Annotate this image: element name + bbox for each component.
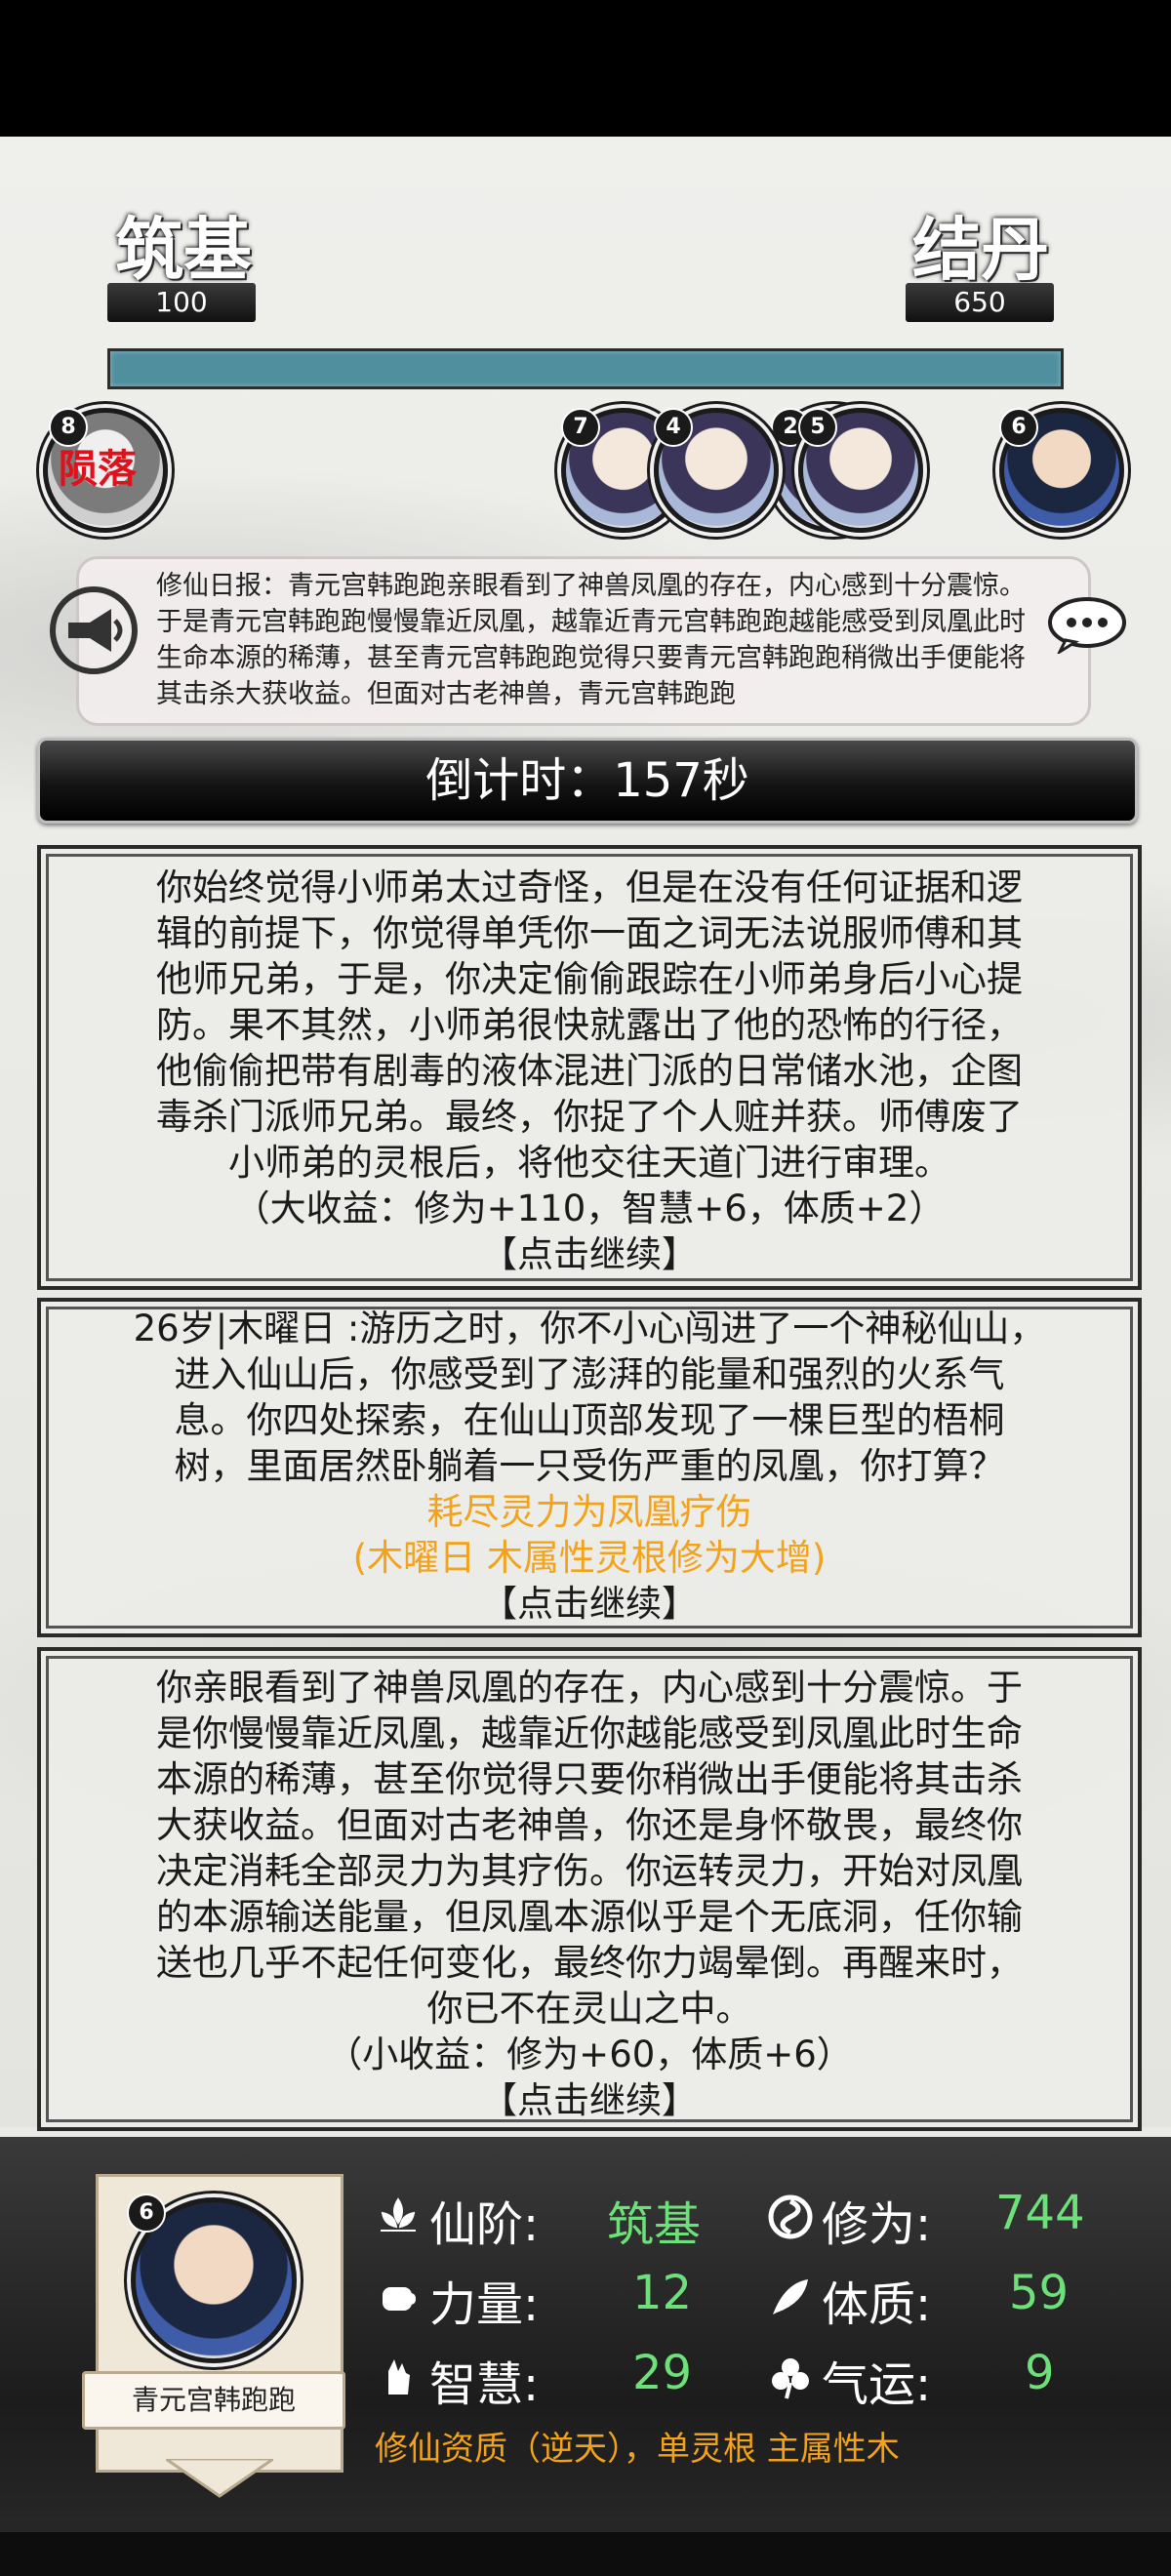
luck-value: 9	[1025, 2346, 1055, 2400]
story-line: 小师弟的灵根后，将他交往天道门进行审理。	[228, 1142, 950, 1184]
constitution-value: 59	[1009, 2266, 1070, 2320]
player-avatar[interactable]: 6	[127, 2194, 297, 2363]
story-text: 26岁|木曜日 :游历之时，你不小心闯进了一个神秘仙山， 进入仙山后，你感受到了…	[41, 1302, 1138, 1627]
realm-progress-bar	[107, 348, 1064, 389]
rival-avatar-6[interactable]: 6	[999, 408, 1124, 533]
megaphone-icon	[50, 586, 138, 674]
story-line: 进入仙山后，你感受到了澎湃的能量和强烈的火系气	[174, 1353, 1005, 1395]
rival-avatar-4[interactable]: 4	[654, 408, 779, 533]
next-realm-threshold: 650	[906, 283, 1054, 322]
navigation-bar	[0, 2532, 1171, 2576]
story-line: 你已不在灵山之中。	[426, 1988, 752, 2030]
next-realm-title: 结丹	[912, 209, 1049, 290]
story-line: 你亲眼看到了神兽凤凰的存在，内心感到十分震惊。于	[156, 1667, 1023, 1709]
fallen-status: 陨落	[59, 447, 137, 492]
swirl-icon	[768, 2194, 813, 2239]
wisdom-value: 29	[632, 2346, 693, 2400]
story-line: 息。你四处探索，在仙山顶部发现了一棵巨型的梧桐	[174, 1399, 1005, 1441]
story-line: 辑的前提下，你觉得单凭你一面之词无法说服师傅和其	[156, 912, 1023, 954]
rank-badge: 6	[999, 408, 1038, 447]
hand-sign-icon	[388, 2359, 410, 2395]
choice-option[interactable]: 耗尽灵力为凤凰疗伤	[41, 1489, 1138, 1535]
story-line: 你始终觉得小师弟太过奇怪，但是在没有任何证据和逻	[156, 866, 1023, 908]
story-line: 本源的稀薄，甚至你觉得只要你稍微出手便能将其击杀	[156, 1758, 1023, 1800]
continue-button[interactable]: 【点击继续】	[41, 1581, 1138, 1627]
chat-bubble-icon[interactable]	[1046, 595, 1128, 654]
story-card-1[interactable]: 你始终觉得小师弟太过奇怪，但是在没有任何证据和逻 辑的前提下，你觉得单凭你一面之…	[37, 845, 1142, 1290]
story-line: 他偷偷把带有剧毒的液体混进门派的日常储水池，企图	[156, 1050, 1023, 1092]
wisdom-label: 智慧:	[429, 2357, 540, 2412]
talent-description: 修仙资质（逆天），单灵根 主属性木	[375, 2430, 900, 2469]
story-text: 你始终觉得小师弟太过奇怪，但是在没有任何证据和逻 辑的前提下，你觉得单凭你一面之…	[41, 849, 1138, 1277]
story-line: 26岁|木曜日 :游历之时，你不小心闯进了一个神秘仙山，	[133, 1308, 1046, 1349]
strength-label: 力量:	[429, 2277, 540, 2332]
story-line: 毒杀门派师兄弟。最终，你捉了个人赃并获。师傅废了	[156, 1096, 1023, 1138]
lotus-icon	[381, 2197, 416, 2232]
cultivation-label: 修为:	[822, 2197, 932, 2252]
cultivation-value: 744	[995, 2186, 1085, 2240]
rank-label: 仙阶:	[429, 2197, 540, 2252]
story-line: 送也几乎不起任何变化，最终你力竭晕倒。再醒来时，	[156, 1942, 1023, 1984]
rank-badge: 5	[798, 408, 837, 447]
scroll-tail	[166, 2459, 273, 2498]
reward-text: （小收益：修为+60，体质+6）	[326, 2033, 853, 2075]
rank-badge: 6	[127, 2194, 166, 2233]
story-card-2[interactable]: 26岁|木曜日 :游历之时，你不小心闯进了一个神秘仙山， 进入仙山后，你感受到了…	[37, 1298, 1142, 1637]
story-line: 大获收益。但面对古老神兽，你还是身怀敬畏，最终你	[156, 1804, 1023, 1846]
rank-badge: 4	[654, 408, 693, 447]
story-line: 防。果不其然，小师弟很快就露出了他的恐怖的行径，	[156, 1004, 1023, 1046]
story-card-3[interactable]: 你亲眼看到了神兽凤凰的存在，内心感到十分震惊。于 是你慢慢靠近凤凰，越靠近你越能…	[37, 1647, 1142, 2131]
story-line: 决定消耗全部灵力为其疗伤。你运转灵力，开始对凤凰	[156, 1850, 1023, 1892]
rival-avatar-5[interactable]: 5	[798, 408, 923, 533]
news-ticker-text: 修仙日报：青元宫韩跑跑亲眼看到了神兽凤凰的存在，内心感到十分震惊。于是青元宫韩跑…	[156, 571, 1026, 709]
rival-avatar-8[interactable]: 8 陨落	[43, 408, 168, 533]
continue-button[interactable]: 【点击继续】	[41, 2077, 1138, 2123]
strength-value: 12	[632, 2266, 693, 2320]
rank-value: 筑基	[607, 2197, 702, 2252]
choice-note: (木曜日 木属性灵根修为大增)	[352, 1537, 827, 1579]
story-line: 树，里面居然卧躺着一只受伤严重的凤凰，你打算？	[174, 1445, 1005, 1487]
story-text: 你亲眼看到了神兽凤凰的存在，内心感到十分震惊。于 是你慢慢靠近凤凰，越靠近你越能…	[41, 1651, 1138, 2123]
fist-icon	[383, 2287, 416, 2311]
story-line: 是你慢慢靠近凤凰，越靠近你越能感受到凤凰此时生命	[156, 1712, 1023, 1754]
current-realm-title: 筑基	[115, 209, 252, 290]
countdown-timer: 倒计时：157秒	[37, 738, 1138, 824]
luck-label: 气运:	[822, 2357, 932, 2412]
feather-icon	[773, 2279, 808, 2314]
continue-button[interactable]: 【点击继续】	[41, 1231, 1138, 1277]
clover-icon	[772, 2358, 809, 2399]
current-realm-threshold: 100	[107, 283, 256, 322]
story-line: 的本源输送能量，但凤凰本源似乎是个无底洞，任你输	[156, 1896, 1023, 1938]
player-name: 青元宫韩跑跑	[82, 2371, 345, 2430]
rank-badge: 7	[561, 408, 600, 447]
reward-text: （大收益：修为+110，智慧+6，体质+2）	[233, 1187, 946, 1229]
status-bar	[0, 0, 1171, 137]
constitution-label: 体质:	[822, 2277, 932, 2332]
story-line: 他师兄弟，于是，你决定偷偷跟踪在小师弟身后小心提	[156, 958, 1023, 1000]
